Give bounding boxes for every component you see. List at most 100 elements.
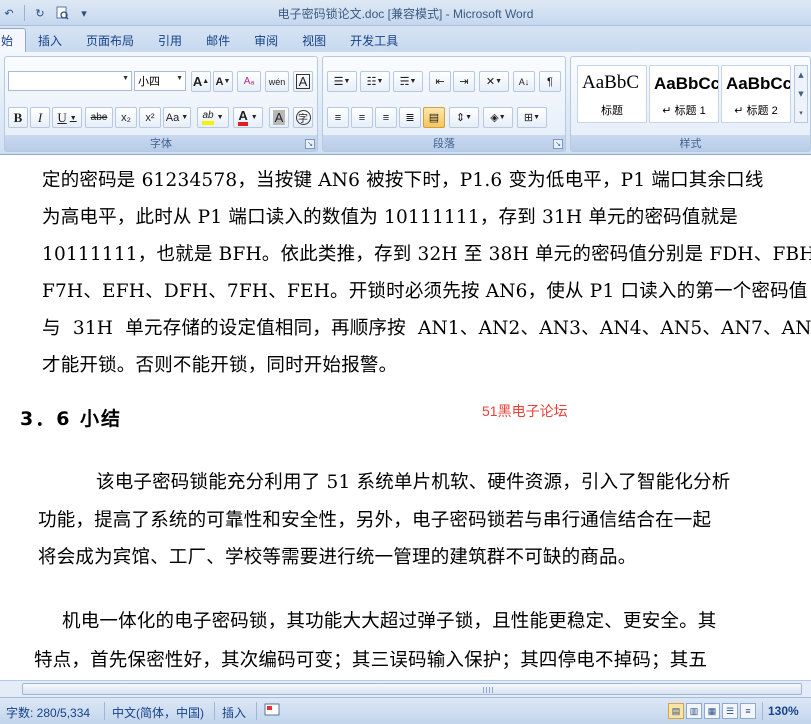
body-line: 该电子密码锁能充分利用了 51 系统单片机软、硬件资源，引入了智能化分析: [96, 472, 731, 493]
tab-review[interactable]: 审阅: [242, 28, 290, 52]
style-sample: AaBbCc: [726, 74, 790, 93]
increase-indent-icon: ⇥: [459, 76, 469, 88]
outline-view-icon[interactable]: ☰: [722, 703, 738, 719]
bullets-button[interactable]: ☰ ▼: [327, 71, 357, 92]
font-size-combo[interactable]: 小四 ▼: [134, 71, 186, 91]
more-styles-icon[interactable]: ▾: [799, 109, 803, 117]
asian-layout-icon: ✕: [485, 76, 496, 88]
character-shading-button[interactable]: A: [269, 107, 289, 128]
body-line: F7H、EFH、DFH、7FH、FEH。开锁时必须先按 AN6，使从 P1 口读…: [42, 281, 808, 302]
body-line: 功能，提高了系统的可靠性和安全性，另外，电子密码锁若与串行通信结合在一起: [38, 510, 712, 531]
highlighter-icon: ab: [202, 110, 214, 125]
tab-mailings[interactable]: 邮件: [194, 28, 242, 52]
character-shading-icon: A: [272, 110, 286, 125]
align-left-button[interactable]: ≡: [327, 107, 349, 128]
title-bar: ↶ ↻ ▾ 电子密码锁论文.doc [兼容模式] - Microsoft Wor…: [0, 0, 811, 26]
styles-scroller[interactable]: ▲ ▼ ▾: [794, 65, 808, 123]
superscript-button[interactable]: x²: [139, 107, 161, 128]
change-case-button[interactable]: Aa ▼: [163, 107, 191, 128]
highlight-button[interactable]: ab ▼: [197, 107, 229, 128]
justify-icon: ≣: [405, 112, 415, 124]
zoom-level[interactable]: 130%: [768, 704, 799, 718]
dialog-launcher-icon[interactable]: ↘: [553, 139, 563, 149]
strikethrough-button[interactable]: abe: [85, 107, 113, 128]
superscript-icon: x²: [145, 111, 155, 124]
distributed-align-icon: ▤: [428, 112, 440, 124]
tab-references[interactable]: 引用: [146, 28, 194, 52]
paint-bucket-icon: ◈: [490, 112, 499, 124]
line-spacing-button[interactable]: ⇕ ▼: [449, 107, 479, 128]
underline-icon: U: [57, 109, 67, 125]
window-title: 电子密码锁论文.doc [兼容模式] - Microsoft Word: [277, 7, 534, 21]
font-name-combo[interactable]: ▼: [8, 71, 132, 91]
print-layout-view-icon[interactable]: ▤: [668, 703, 684, 719]
borders-button[interactable]: ⊞ ▼: [517, 107, 547, 128]
grow-font-button[interactable]: A ▲: [191, 71, 211, 92]
full-screen-reading-icon[interactable]: ▥: [686, 703, 702, 719]
body-line: 与 31H 单元存储的设定值相同，再顺序按 AN1、AN2、AN3、AN4、AN…: [42, 318, 811, 339]
insert-mode[interactable]: 插入: [222, 704, 246, 721]
line-spacing-icon: ⇕: [455, 112, 466, 124]
italic-icon: I: [37, 109, 43, 125]
tab-view[interactable]: 视图: [290, 28, 338, 52]
sort-button[interactable]: A↓: [513, 71, 535, 92]
numbering-button[interactable]: ☷ ▼: [360, 71, 390, 92]
font-group: ▼ 小四 ▼ A ▲ A ▼ Aₐ wén A B I U ▼ abe x₂ x² A…: [4, 56, 318, 152]
dialog-launcher-icon[interactable]: ↘: [305, 139, 315, 149]
style-heading-2[interactable]: AaBbCc ↵ 标题 2: [721, 65, 791, 123]
align-center-button[interactable]: ≡: [351, 107, 373, 128]
paragraph-group-label: 段落: [323, 135, 565, 151]
character-border-icon: A: [295, 74, 311, 89]
body-line: 为高电平，此时从 P1 端口读入的数值为 10111111，存到 31H 单元的…: [42, 207, 738, 228]
bold-button[interactable]: B: [8, 107, 28, 128]
shading-button[interactable]: ◈ ▼: [483, 107, 513, 128]
word-count[interactable]: 字数: 280/5,334: [6, 704, 90, 721]
chevron-down-icon: ▼: [176, 75, 183, 82]
style-name: ↵ 标题 1: [662, 105, 706, 117]
show-marks-button[interactable]: ¶: [539, 71, 561, 92]
numbered-list-icon: ☷: [366, 76, 377, 88]
align-right-button[interactable]: ≡: [375, 107, 397, 128]
chevron-up-icon[interactable]: ▲: [798, 71, 803, 79]
tab-page-layout[interactable]: 页面布局: [74, 28, 146, 52]
macro-record-icon[interactable]: [264, 702, 280, 721]
phonetic-guide-button[interactable]: wén: [265, 71, 289, 92]
ribbon-tabs: 始 插入 页面布局 引用 邮件 审阅 视图 开发工具: [0, 26, 811, 52]
underline-button[interactable]: U ▼: [52, 107, 82, 128]
distributed-button[interactable]: ▤: [423, 107, 445, 128]
chevron-down-icon[interactable]: ▼: [798, 90, 803, 98]
ribbon: ▼ 小四 ▼ A ▲ A ▼ Aₐ wén A B I U ▼ abe x₂ x² A…: [0, 52, 811, 155]
watermark-text: 51黑电子论坛: [482, 403, 568, 419]
style-title[interactable]: AaBbC 标题: [577, 65, 647, 123]
italic-button[interactable]: I: [30, 107, 50, 128]
scrollbar-grip: [483, 687, 493, 693]
styles-group-label: 样式: [571, 135, 810, 151]
scrollbar-thumb[interactable]: [22, 683, 802, 695]
tab-home[interactable]: 始: [0, 28, 27, 52]
decrease-indent-button[interactable]: ⇤: [429, 71, 451, 92]
horizontal-scrollbar[interactable]: [0, 680, 811, 697]
clear-format-button[interactable]: Aₐ: [237, 71, 261, 92]
multilevel-list-button[interactable]: ☴ ▼: [393, 71, 423, 92]
draft-view-icon[interactable]: ≡: [740, 703, 756, 719]
font-color-button[interactable]: A ▼: [233, 107, 263, 128]
tab-developer[interactable]: 开发工具: [338, 28, 410, 52]
status-separator: [256, 702, 257, 720]
style-sample: AaBbC: [582, 72, 639, 93]
tab-insert[interactable]: 插入: [26, 28, 74, 52]
shrink-font-button[interactable]: A ▼: [213, 71, 233, 92]
document-page[interactable]: 定的密码是 61234578，当按键 AN6 被按下时，P1.6 变为低电平，P…: [0, 156, 811, 680]
asian-layout-button[interactable]: ✕ ▼: [479, 71, 509, 92]
body-line: 才能开锁。否则不能开锁，同时开始报警。: [42, 355, 398, 376]
justify-button[interactable]: ≣: [399, 107, 421, 128]
subscript-button[interactable]: x₂: [115, 107, 137, 128]
language-indicator[interactable]: 中文(简体，中国): [112, 704, 204, 721]
status-bar: 字数: 280/5,334 中文(简体，中国) 插入 ▤ ▥ ▦ ☰ ≡ 130…: [0, 697, 811, 724]
character-border-button[interactable]: A: [293, 71, 313, 92]
enclose-characters-button[interactable]: 字: [293, 107, 313, 128]
web-layout-icon[interactable]: ▦: [704, 703, 720, 719]
style-heading-1[interactable]: AaBbCc ↵ 标题 1: [649, 65, 719, 123]
increase-indent-button[interactable]: ⇥: [453, 71, 475, 92]
body-line: 机电一体化的电子密码锁，其功能大大超过弹子锁，且性能更稳定、更安全。其: [62, 611, 717, 632]
clear-format-icon: Aₐ: [243, 76, 255, 87]
